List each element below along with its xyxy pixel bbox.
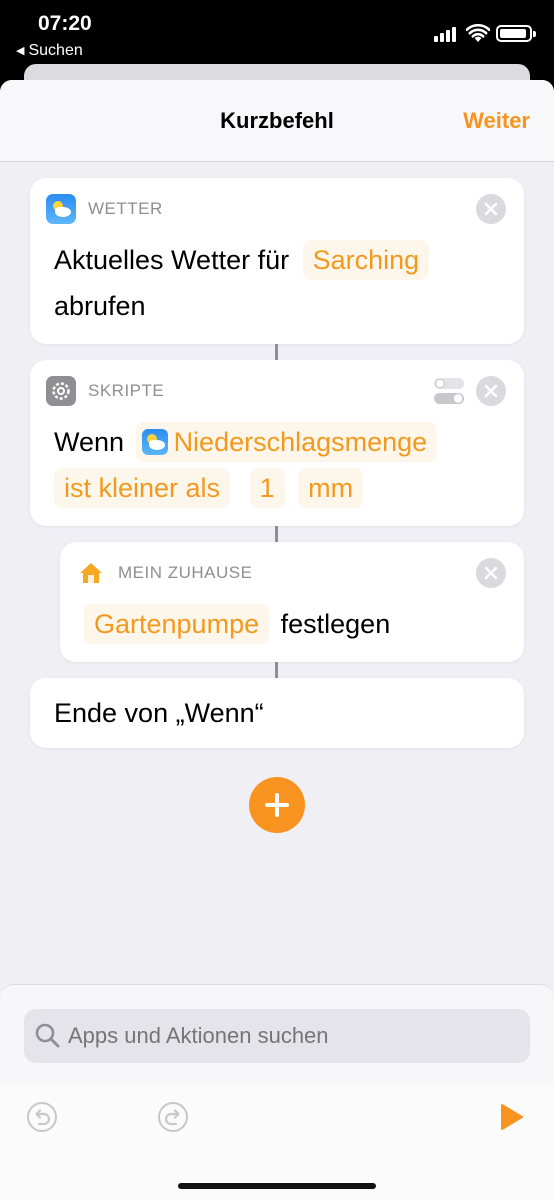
search-field[interactable] bbox=[24, 1009, 530, 1063]
if-label: Wenn bbox=[54, 427, 125, 457]
battery-icon bbox=[496, 25, 536, 42]
flow-connector bbox=[275, 526, 278, 542]
remove-action-button[interactable] bbox=[476, 376, 506, 406]
weather-action-card[interactable]: WETTER Aktuelles Wetter für Sarching abr… bbox=[30, 178, 524, 344]
shortcut-editor-sheet: Kurzbefehl Weiter WETTER Aktuelles Wette… bbox=[0, 80, 554, 1200]
location-token[interactable]: Sarching bbox=[302, 240, 430, 280]
variable-label: Niederschlagsmenge bbox=[173, 427, 428, 457]
cellular-signal-icon bbox=[434, 26, 460, 42]
variable-token[interactable]: Niederschlagsmenge bbox=[135, 422, 438, 462]
undo-icon[interactable] bbox=[26, 1101, 58, 1133]
flow-connector bbox=[275, 662, 278, 678]
action-category: WETTER bbox=[88, 199, 163, 218]
editor-toolbar bbox=[0, 1085, 554, 1200]
home-app-icon bbox=[76, 558, 106, 588]
action-header: WETTER bbox=[46, 194, 163, 224]
screen: 07:20 ◀Suchen Kurzbefehl Weiter WETTER bbox=[0, 0, 554, 1200]
home-indicator bbox=[178, 1183, 376, 1189]
action-text-after: festlegen bbox=[280, 609, 391, 639]
search-input[interactable] bbox=[68, 1009, 508, 1063]
play-icon[interactable] bbox=[498, 1101, 526, 1133]
condition-token[interactable]: ist kleiner als bbox=[54, 468, 231, 508]
action-category: SKRIPTE bbox=[88, 381, 165, 400]
end-if-label: Ende von „Wenn“ bbox=[54, 698, 264, 728]
action-library-panel bbox=[0, 984, 554, 1200]
action-text-before: Aktuelles Wetter für bbox=[54, 245, 290, 275]
home-action-card[interactable]: MEIN ZUHAUSE Gartenpumpe festlegen bbox=[60, 542, 524, 662]
remove-action-button[interactable] bbox=[476, 194, 506, 224]
action-header: SKRIPTE bbox=[46, 376, 164, 406]
add-action-button[interactable] bbox=[249, 777, 305, 833]
toggle-options-icon[interactable] bbox=[434, 376, 464, 406]
navigation-bar: Kurzbefehl Weiter bbox=[0, 80, 554, 162]
end-if-card[interactable]: Ende von „Wenn“ bbox=[30, 678, 524, 748]
wifi-icon bbox=[466, 24, 490, 42]
scripts-gear-icon bbox=[46, 376, 76, 406]
action-header: MEIN ZUHAUSE bbox=[76, 558, 252, 588]
unit-token[interactable]: mm bbox=[298, 468, 364, 508]
status-time: 07:20 bbox=[38, 12, 92, 35]
action-text: Gartenpumpe festlegen bbox=[84, 601, 504, 647]
weather-app-icon bbox=[46, 194, 76, 224]
weather-mini-icon bbox=[141, 429, 168, 455]
flow-connector bbox=[275, 344, 278, 360]
if-action-card[interactable]: SKRIPTE Wenn Niederschlagsmenge ist klei… bbox=[30, 360, 524, 526]
search-icon bbox=[35, 1023, 60, 1048]
value-token[interactable]: 1 bbox=[249, 468, 285, 508]
plus-icon bbox=[265, 793, 289, 817]
back-triangle-icon: ◀ bbox=[16, 45, 25, 57]
condition-text: Wenn Niederschlagsmenge ist kleiner als … bbox=[54, 419, 514, 511]
redo-icon[interactable] bbox=[157, 1101, 189, 1133]
back-to-app-link[interactable]: ◀ Suchen bbox=[16, 42, 83, 60]
action-text-after: abrufen bbox=[54, 291, 146, 321]
action-category: MEIN ZUHAUSE bbox=[118, 563, 253, 582]
remove-action-button[interactable] bbox=[476, 558, 506, 588]
next-button[interactable]: Weiter bbox=[463, 108, 530, 134]
accessory-token[interactable]: Gartenpumpe bbox=[84, 604, 270, 644]
back-label: Suchen bbox=[28, 42, 83, 59]
action-text: Aktuelles Wetter für Sarching abrufen bbox=[54, 237, 504, 329]
